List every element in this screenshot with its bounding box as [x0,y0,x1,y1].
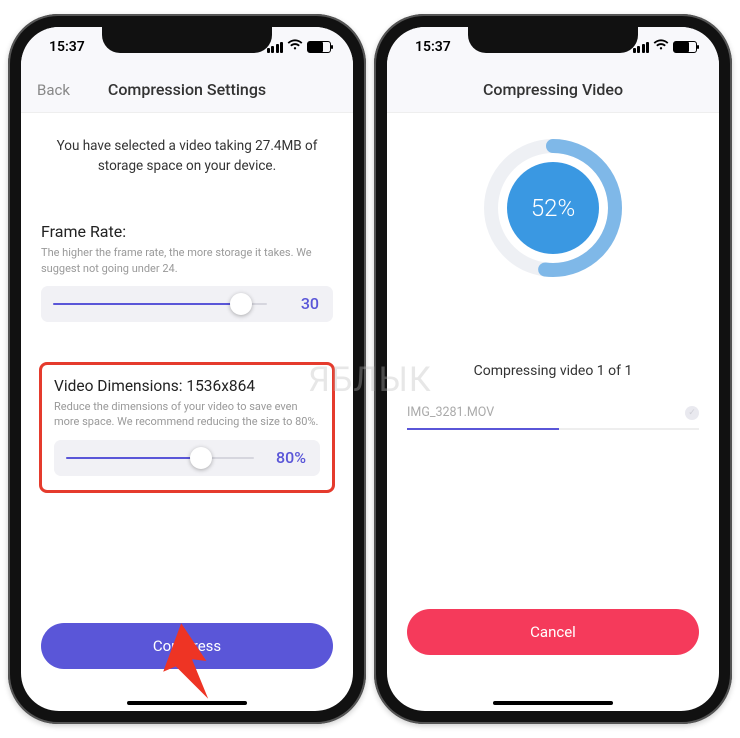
screen-left: 15:37 Back Compression Settings You have… [21,27,353,711]
nav-bar: Back Compression Settings [21,67,353,113]
phone-right: 15:37 Compressing Video 52% Comp [374,14,732,724]
cancel-button-label: Cancel [530,623,576,641]
status-indicators [267,39,332,55]
frame-rate-title: Frame Rate: [41,222,333,241]
screen-right: 15:37 Compressing Video 52% Comp [387,27,719,711]
wifi-icon [287,39,303,55]
compress-button[interactable]: Compress [41,623,333,669]
frame-rate-thumb [230,293,252,315]
file-row: IMG_3281.MOV ✓ [407,405,699,426]
home-indicator[interactable] [493,701,613,705]
frame-rate-slider-row: 30 [41,286,333,322]
dimensions-slider[interactable] [66,447,254,469]
file-progress-fill [407,428,559,430]
dimensions-desc: Reduce the dimensions of your video to s… [54,399,320,430]
dimensions-title: Video Dimensions: 1536x864 [54,377,320,395]
frame-rate-section: Frame Rate: The higher the frame rate, t… [41,222,333,322]
compress-button-label: Compress [153,637,221,655]
progress-area: 52% Compressing video 1 of 1 [387,133,719,379]
intro-text: You have selected a video taking 27.4MB … [41,131,333,176]
progress-label: Compressing video 1 of 1 [474,363,633,379]
notch [102,27,272,53]
dimensions-thumb [190,447,212,469]
frame-rate-fill [53,303,241,305]
page-title: Compression Settings [108,80,266,99]
home-indicator[interactable] [127,701,247,705]
dimensions-highlight: Video Dimensions: 1536x864 Reduce the di… [39,362,335,493]
content-area: You have selected a video taking 27.4MB … [21,113,353,493]
file-name: IMG_3281.MOV [407,405,494,420]
status-time: 15:37 [49,39,85,55]
nav-bar: Compressing Video [387,67,719,113]
battery-icon [673,41,697,53]
page-title: Compressing Video [483,80,623,99]
dimensions-slider-row: 80% [54,440,320,476]
progress-percent: 52% [478,133,628,283]
notch [468,27,638,53]
back-button[interactable]: Back [37,81,70,99]
phone-left: 15:37 Back Compression Settings You have… [8,14,366,724]
check-icon: ✓ [685,406,699,420]
cancel-button[interactable]: Cancel [407,609,699,655]
dimensions-fill [66,457,201,459]
status-indicators [633,39,698,55]
file-progress-bar [407,428,699,430]
dimensions-value: 80% [266,448,306,467]
frame-rate-slider[interactable] [53,293,267,315]
frame-rate-desc: The higher the frame rate, the more stor… [41,245,333,276]
wifi-icon [653,39,669,55]
frame-rate-value: 30 [279,294,319,313]
battery-icon [307,41,331,53]
progress-donut: 52% [478,133,628,283]
status-time: 15:37 [415,39,451,55]
